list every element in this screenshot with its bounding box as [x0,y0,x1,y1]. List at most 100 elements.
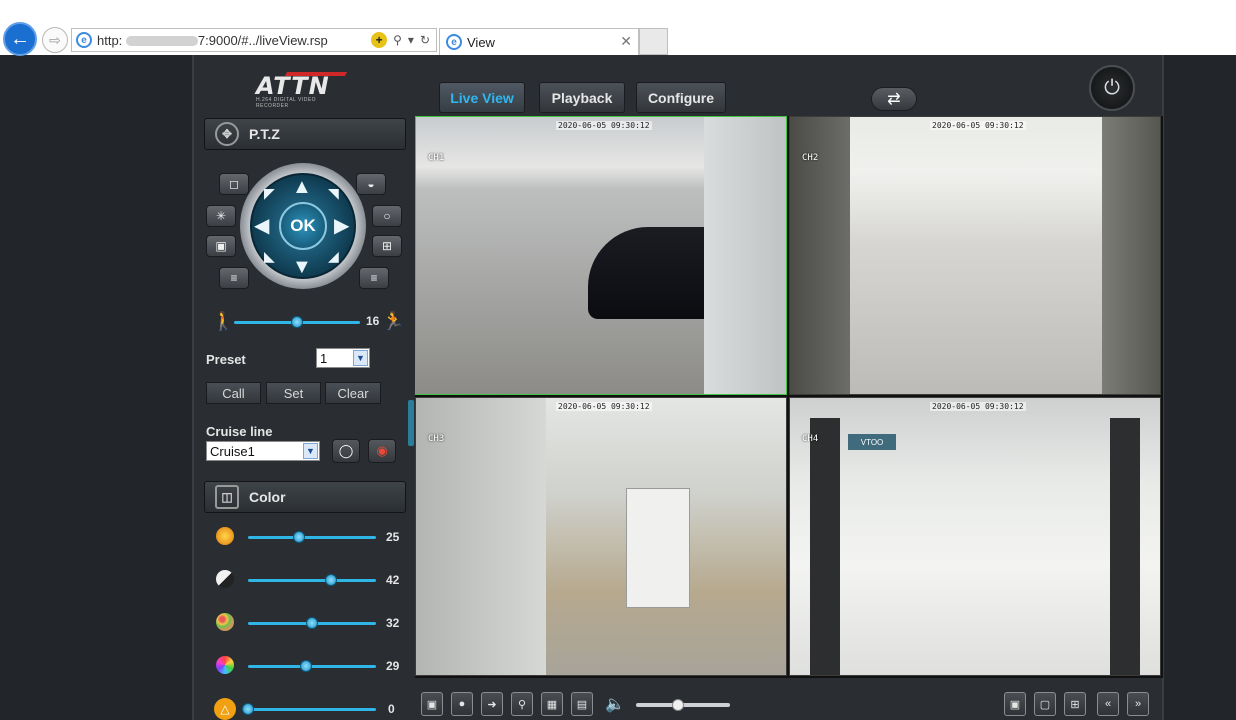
preset-select[interactable]: 1 ▼ [316,348,370,368]
forward-button[interactable]: ⇨ [42,27,68,53]
ptz-title: P.T.Z [249,126,280,142]
clear-button[interactable]: Clear [325,382,381,404]
browser-tab[interactable]: e View ✕ [439,28,639,55]
focus-near-button[interactable]: ✳ [206,205,236,227]
logo-subtitle: H.264 DIGITAL VIDEO RECORDER [256,97,317,109]
ptz-right-button[interactable]: ▶ [334,216,349,236]
next-page-icon[interactable]: » [1127,692,1149,716]
ptz-up-right-button[interactable]: ◥ [328,186,339,200]
brightness-value: 25 [386,530,400,544]
cruise-line-value: Cruise1 [210,443,255,459]
hue-icon [216,656,234,674]
volume-icon[interactable]: 🔈 [605,694,625,714]
saturation-slider[interactable] [248,617,376,629]
search-icon[interactable]: ⚲ [393,33,402,47]
camera-tile-1[interactable]: 2020-06-05 09:30:12 CH1 [415,116,787,395]
single-view-icon[interactable]: ▣ [1004,692,1026,716]
wiper-up-button[interactable]: ≡ [359,267,389,289]
record-icon[interactable]: ● [451,692,473,716]
ptz-ok-button[interactable]: OK [279,202,327,250]
cruise-line-select[interactable]: Cruise1 ▼ [206,441,320,461]
fullscreen-icon[interactable]: ▢ [1034,692,1056,716]
stream-icon[interactable]: ▤ [571,692,593,716]
chevron-down-icon[interactable]: ▼ [303,443,318,459]
nav-live-view[interactable]: Live View [439,82,525,113]
zoom-icon[interactable]: ⚲ [511,692,533,716]
new-tab-button[interactable] [639,28,668,55]
contrast-slider[interactable] [248,574,376,586]
refresh-icon[interactable]: ↻ [420,33,430,47]
set-button[interactable]: Set [266,382,321,404]
chevron-down-icon[interactable]: ▼ [353,350,368,366]
hue-thumb[interactable] [299,660,312,672]
color-title: Color [249,489,286,505]
contrast-value: 42 [386,573,400,587]
right-wall [1102,117,1160,394]
brightness-thumb[interactable] [293,531,306,543]
contrast-thumb[interactable] [325,574,338,586]
call-button[interactable]: Call [206,382,261,404]
panel-collapse-handle[interactable] [408,400,414,446]
volume-slider[interactable] [636,699,730,711]
zoom-out-button[interactable]: ▣ [206,235,236,257]
address-bar[interactable]: e http: 7:9000/#../liveView.rsp + ⚲ ▾ ↻ [71,28,437,52]
power-button[interactable]: ⏻ [1089,65,1135,111]
ac-unit [626,488,690,608]
ptz-up-left-button[interactable]: ◤ [264,186,275,200]
zoom-in-button[interactable]: ⊞ [372,235,402,257]
cruise-start-button[interactable]: ◯ [332,439,360,463]
ptz-down-right-button[interactable]: ◢ [328,249,339,263]
quad-view-icon[interactable]: ⊞ [1064,692,1086,716]
door-frame-right [1110,418,1140,675]
ptz-left-button[interactable]: ◀ [254,216,269,236]
cruise-stop-button[interactable]: ◉ [368,439,396,463]
snapshot-icon[interactable]: ▣ [421,692,443,716]
ptz-speed-thumb[interactable] [291,316,303,328]
nav-configure[interactable]: Configure [636,82,726,113]
ptz-speed-slider[interactable] [234,316,360,328]
dropdown-icon[interactable]: ▾ [408,33,414,47]
hue-slider[interactable] [248,660,376,672]
brightness-slider[interactable] [248,531,376,543]
ptz-down-button[interactable]: ▼ [292,257,312,277]
tab-ie-icon: e [446,34,462,50]
previous-page-icon[interactable]: « [1097,692,1119,716]
focus-far-button[interactable]: ○ [372,205,402,227]
export-icon[interactable]: ➜ [481,692,503,716]
saturation-thumb[interactable] [306,617,318,629]
camera-tile-4[interactable]: VTOO 2020-06-05 09:30:12 CH4 [789,397,1161,676]
contrast-icon [216,570,234,588]
walk-icon: 🚶 [212,311,235,331]
add-icon[interactable]: + [371,32,388,48]
ptz-up-button[interactable]: ▲ [292,177,312,197]
image-settings-icon[interactable]: ▦ [541,692,563,716]
volume-thumb[interactable] [672,699,685,711]
preset-value: 1 [320,350,328,366]
nav-playback[interactable]: Playback [539,82,625,113]
logo-text: ATTN [256,72,330,100]
cam-4-timestamp: 2020-06-05 09:30:12 [930,402,1026,411]
left-wall [790,117,850,394]
color-header[interactable]: ◫ Color [204,481,406,513]
ptz-down-left-button[interactable]: ◣ [264,249,275,263]
swap-stream-button[interactable]: ⇄ [871,87,917,111]
url-text: http: 7:9000/#../liveView.rsp [97,32,328,48]
cam-2-label: CH2 [802,153,819,163]
camera-tile-3[interactable]: 2020-06-05 09:30:12 CH3 [415,397,787,676]
camera-tile-2[interactable]: 2020-06-05 09:30:12 CH2 [789,116,1161,395]
sharpness-thumb[interactable] [242,703,254,715]
cam-1-label: CH1 [428,153,445,163]
light-button[interactable]: ◒ [356,173,386,195]
saturation-value: 32 [386,616,400,630]
ptz-speed-value: 16 [366,314,380,328]
back-button[interactable]: ← [3,22,37,56]
iris-open-button[interactable]: ◻ [219,173,249,195]
sharpness-slider[interactable] [242,703,376,715]
wiper-down-button[interactable]: ≡ [219,267,249,289]
close-tab-icon[interactable]: ✕ [620,33,632,50]
logo-slash [284,72,348,76]
ptz-header[interactable]: ✥ P.T.Z [204,118,406,150]
cam-2-timestamp: 2020-06-05 09:30:12 [930,121,1026,130]
door-frame-left [810,418,840,675]
redacted-host [125,36,198,47]
